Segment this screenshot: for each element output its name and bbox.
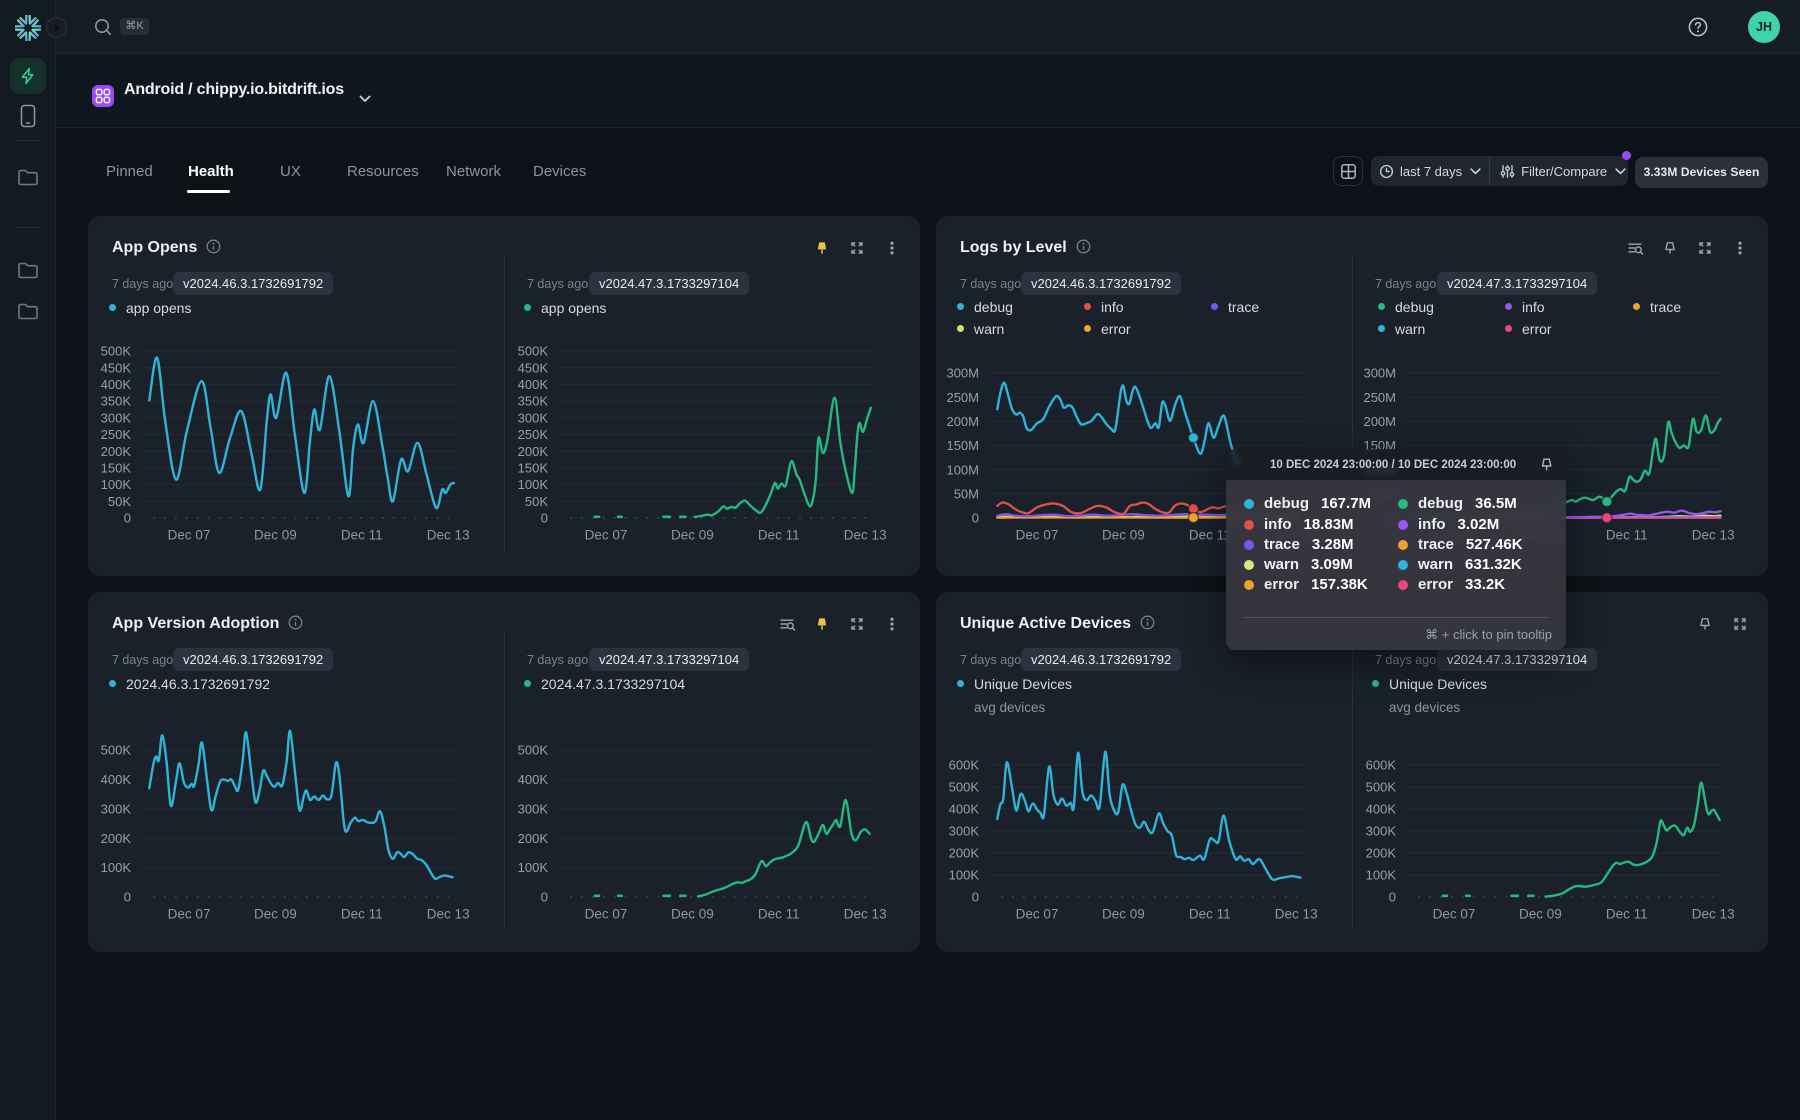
- svg-text:Dec 07: Dec 07: [585, 907, 628, 922]
- svg-text:0: 0: [972, 511, 979, 526]
- svg-text:200K: 200K: [101, 831, 132, 846]
- svg-text:Dec 07: Dec 07: [585, 528, 628, 543]
- svg-text:Dec 09: Dec 09: [254, 528, 297, 543]
- svg-text:Dec 11: Dec 11: [341, 907, 383, 922]
- svg-text:100K: 100K: [101, 477, 132, 492]
- svg-text:400K: 400K: [101, 377, 132, 392]
- svg-text:300K: 300K: [518, 410, 549, 425]
- svg-text:400K: 400K: [949, 802, 980, 817]
- svg-text:600K: 600K: [1366, 758, 1397, 773]
- svg-text:100K: 100K: [949, 868, 980, 883]
- svg-text:0: 0: [541, 890, 548, 905]
- svg-text:300M: 300M: [1363, 366, 1396, 381]
- svg-text:Dec 11: Dec 11: [1606, 907, 1648, 922]
- svg-text:200K: 200K: [949, 846, 980, 861]
- svg-text:150M: 150M: [946, 438, 979, 453]
- svg-text:Dec 09: Dec 09: [254, 907, 297, 922]
- svg-text:Dec 13: Dec 13: [427, 528, 470, 543]
- svg-text:350K: 350K: [518, 394, 549, 409]
- svg-text:500K: 500K: [518, 743, 549, 758]
- svg-text:0: 0: [541, 511, 548, 526]
- svg-text:Dec 11: Dec 11: [1606, 528, 1648, 543]
- svg-text:Dec 11: Dec 11: [758, 528, 800, 543]
- svg-text:Dec 09: Dec 09: [1519, 907, 1562, 922]
- svg-text:100K: 100K: [1366, 868, 1397, 883]
- svg-text:200K: 200K: [1366, 846, 1397, 861]
- svg-text:100K: 100K: [101, 860, 132, 875]
- svg-text:Dec 07: Dec 07: [1433, 907, 1476, 922]
- svg-text:200K: 200K: [101, 444, 132, 459]
- svg-text:Dec 07: Dec 07: [1016, 528, 1059, 543]
- svg-text:500K: 500K: [949, 780, 980, 795]
- svg-text:Dec 07: Dec 07: [1016, 907, 1059, 922]
- svg-text:Dec 11: Dec 11: [758, 907, 800, 922]
- svg-text:200K: 200K: [518, 831, 549, 846]
- svg-text:Dec 11: Dec 11: [1189, 528, 1231, 543]
- svg-text:100K: 100K: [518, 477, 549, 492]
- svg-text:450K: 450K: [101, 360, 132, 375]
- svg-text:Dec 13: Dec 13: [1692, 528, 1735, 543]
- svg-text:Dec 11: Dec 11: [341, 528, 383, 543]
- svg-text:Dec 09: Dec 09: [671, 528, 714, 543]
- svg-text:0: 0: [972, 890, 979, 905]
- svg-text:400K: 400K: [101, 772, 132, 787]
- svg-text:0: 0: [124, 890, 131, 905]
- svg-text:300M: 300M: [946, 366, 979, 381]
- svg-text:300K: 300K: [101, 410, 132, 425]
- svg-text:250M: 250M: [946, 390, 979, 405]
- svg-text:Dec 09: Dec 09: [1102, 907, 1145, 922]
- svg-text:50M: 50M: [954, 486, 979, 501]
- svg-text:100K: 100K: [518, 860, 549, 875]
- svg-text:600K: 600K: [949, 758, 980, 773]
- svg-text:200M: 200M: [946, 414, 979, 429]
- svg-text:Dec 13: Dec 13: [427, 907, 470, 922]
- svg-text:250K: 250K: [101, 427, 132, 442]
- svg-text:100M: 100M: [946, 462, 979, 477]
- svg-text:Dec 07: Dec 07: [168, 528, 211, 543]
- svg-text:300K: 300K: [101, 801, 132, 816]
- svg-text:200K: 200K: [518, 444, 549, 459]
- svg-text:150K: 150K: [101, 461, 132, 476]
- svg-text:Dec 13: Dec 13: [1692, 907, 1735, 922]
- svg-text:Dec 11: Dec 11: [1189, 907, 1231, 922]
- svg-text:400K: 400K: [1366, 802, 1397, 817]
- svg-text:Dec 09: Dec 09: [671, 907, 714, 922]
- svg-text:50K: 50K: [525, 494, 548, 509]
- svg-text:500K: 500K: [1366, 780, 1397, 795]
- svg-text:400K: 400K: [518, 772, 549, 787]
- svg-text:150K: 150K: [518, 461, 549, 476]
- svg-text:50K: 50K: [108, 494, 131, 509]
- svg-text:450K: 450K: [518, 360, 549, 375]
- svg-text:500K: 500K: [101, 743, 132, 758]
- svg-text:300K: 300K: [949, 824, 980, 839]
- svg-text:200M: 200M: [1363, 414, 1396, 429]
- svg-text:400K: 400K: [518, 377, 549, 392]
- svg-text:500K: 500K: [101, 344, 132, 359]
- svg-text:250K: 250K: [518, 427, 549, 442]
- svg-text:Dec 07: Dec 07: [168, 907, 211, 922]
- svg-text:Dec 13: Dec 13: [844, 907, 887, 922]
- svg-text:0: 0: [1389, 890, 1396, 905]
- svg-text:250M: 250M: [1363, 390, 1396, 405]
- svg-text:0: 0: [124, 511, 131, 526]
- svg-text:300K: 300K: [518, 801, 549, 816]
- svg-text:500K: 500K: [518, 344, 549, 359]
- svg-text:Dec 13: Dec 13: [844, 528, 887, 543]
- svg-text:Dec 13: Dec 13: [1275, 907, 1318, 922]
- svg-text:300K: 300K: [1366, 824, 1397, 839]
- svg-text:350K: 350K: [101, 394, 132, 409]
- svg-text:Dec 09: Dec 09: [1102, 528, 1145, 543]
